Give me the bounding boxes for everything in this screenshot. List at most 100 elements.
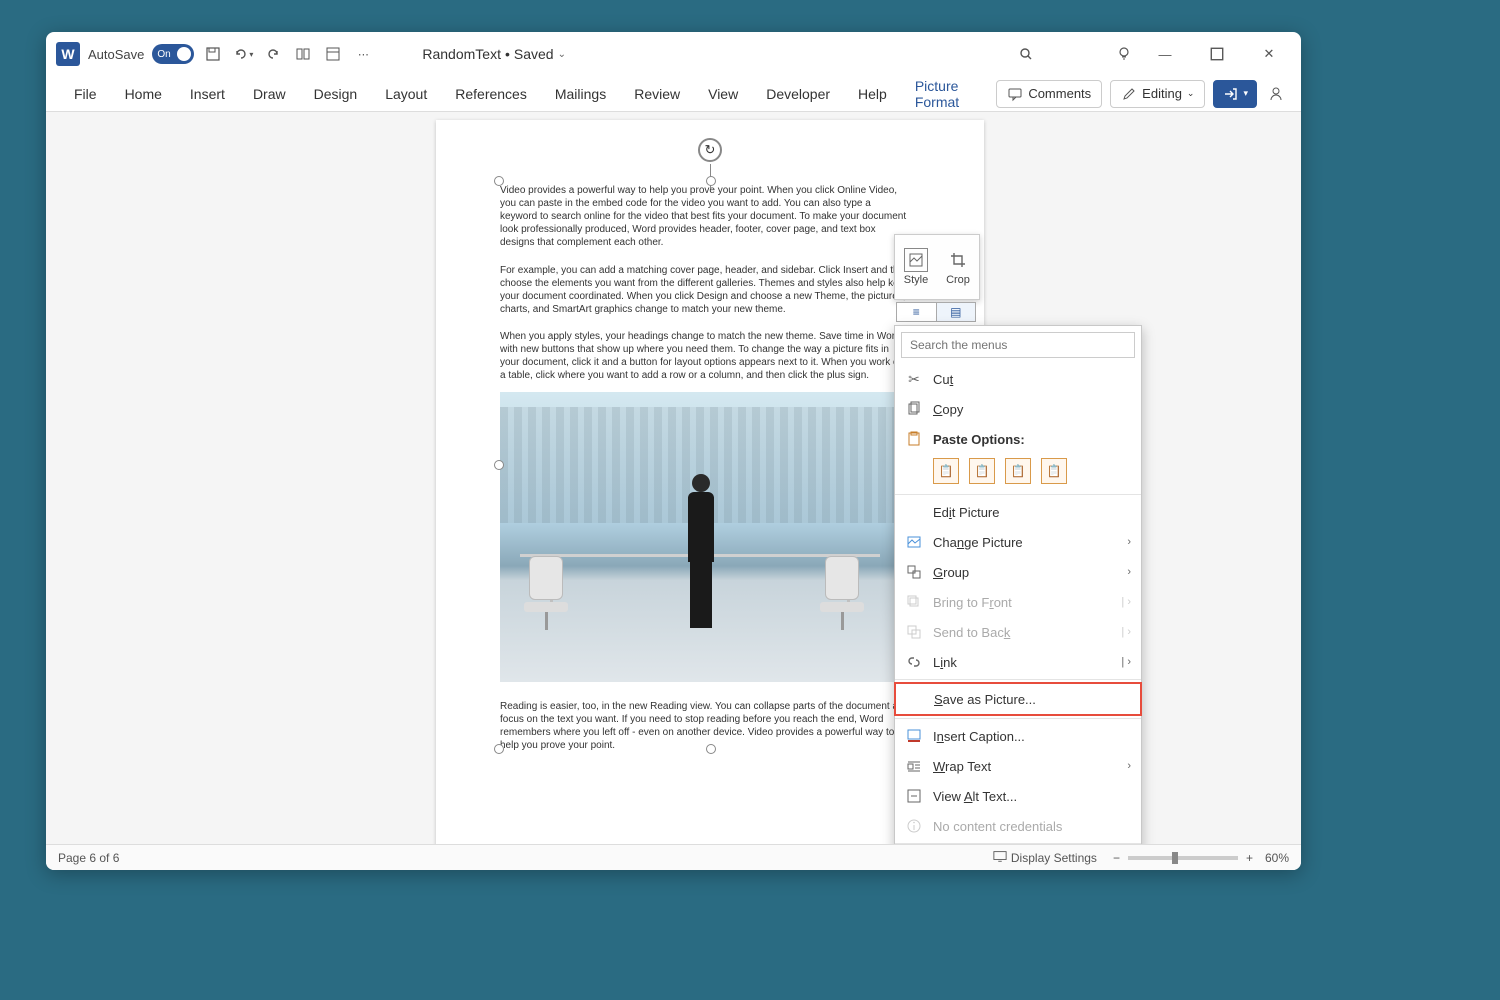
menu-edit-picture[interactable]: Edit Picture: [895, 497, 1141, 527]
titlebar: W AutoSave On ▾ ⋯ RandomText • Saved ⌄ —…: [46, 32, 1301, 76]
account-icon[interactable]: [1265, 83, 1287, 105]
qat-icon-1[interactable]: [292, 43, 314, 65]
display-settings[interactable]: Display Settings: [1011, 851, 1097, 865]
caption-icon: [905, 727, 923, 745]
menu-insert-caption-label: Insert Caption...: [933, 729, 1025, 744]
menu-paste-options: Paste Options:: [895, 424, 1141, 454]
paste-options-row: 📋 📋 📋 📋: [895, 454, 1141, 492]
tab-home[interactable]: Home: [111, 80, 176, 108]
picture-mini-toolbar: Style Crop: [894, 234, 980, 300]
comments-label: Comments: [1028, 86, 1091, 101]
tab-draw[interactable]: Draw: [239, 80, 300, 108]
chevron-right-icon: | ›: [1121, 596, 1131, 608]
share-button[interactable]: ▾: [1213, 80, 1257, 108]
comment-icon: [1007, 86, 1023, 102]
selection-handle-tl[interactable]: [494, 176, 504, 186]
editing-label: Editing: [1142, 86, 1182, 101]
style-button[interactable]: Style: [895, 235, 937, 299]
selection-handle-bl[interactable]: [494, 744, 504, 754]
menu-insert-caption[interactable]: Insert Caption...: [895, 721, 1141, 751]
close-button[interactable]: ✕: [1247, 39, 1291, 69]
qat-overflow-icon[interactable]: ⋯: [352, 43, 374, 65]
menu-change-picture[interactable]: Change Picture ›: [895, 527, 1141, 557]
menu-group[interactable]: Group ›: [895, 557, 1141, 587]
save-icon[interactable]: [202, 43, 224, 65]
menu-group-label: Group: [933, 565, 969, 580]
menu-view-alt-text-label: View Alt Text...: [933, 789, 1017, 804]
tab-view[interactable]: View: [694, 80, 752, 108]
chevron-down-icon: ⌄: [1187, 88, 1195, 99]
layout-opts-icon-2: ▤: [937, 303, 976, 321]
toggle-knob: [177, 47, 191, 61]
tab-references[interactable]: References: [441, 80, 541, 108]
zoom-out-button[interactable]: −: [1113, 851, 1120, 865]
paste-option-2[interactable]: 📋: [969, 458, 995, 484]
qat-icon-2[interactable]: [322, 43, 344, 65]
menu-link-label: Link: [933, 655, 957, 670]
change-picture-icon: [905, 533, 923, 551]
menu-edit-picture-label: Edit Picture: [933, 505, 999, 520]
zoom-in-button[interactable]: +: [1246, 851, 1253, 865]
doc-sep: •: [505, 46, 510, 62]
autosave-label: AutoSave: [88, 47, 144, 62]
tab-mailings[interactable]: Mailings: [541, 80, 620, 108]
crop-label: Crop: [946, 274, 970, 286]
zoom-thumb[interactable]: [1172, 852, 1178, 864]
paragraph-2: For example, you can add a matching cove…: [500, 264, 910, 316]
layout-options-button[interactable]: ≡ ▤: [896, 302, 976, 322]
send-back-icon: [905, 623, 923, 641]
group-icon: [905, 563, 923, 581]
undo-icon[interactable]: ▾: [232, 43, 254, 65]
autosave-toggle[interactable]: On: [152, 44, 194, 64]
chevron-right-icon: ›: [1127, 566, 1131, 578]
selection-handle-ml[interactable]: [494, 460, 504, 470]
tab-layout[interactable]: Layout: [371, 80, 441, 108]
menu-search: [901, 332, 1135, 358]
tab-picture-format[interactable]: Picture Format: [901, 72, 996, 116]
blank-icon: [906, 690, 924, 708]
picture-person: [680, 474, 722, 634]
copy-icon: [905, 400, 923, 418]
doc-dropdown-icon[interactable]: ⌄: [558, 49, 566, 60]
menu-no-content-credentials: No content credentials: [895, 811, 1141, 841]
tab-design[interactable]: Design: [300, 80, 372, 108]
tab-help[interactable]: Help: [844, 80, 901, 108]
search-icon[interactable]: [1015, 43, 1037, 65]
paste-option-4[interactable]: 📋: [1041, 458, 1067, 484]
menu-no-content-credentials-label: No content credentials: [933, 819, 1062, 834]
chevron-right-icon: | ›: [1121, 626, 1131, 638]
redo-icon[interactable]: [262, 43, 284, 65]
menu-link[interactable]: Link | ›: [895, 647, 1141, 677]
tab-review[interactable]: Review: [620, 80, 694, 108]
menu-save-as-picture[interactable]: Save as Picture...: [894, 682, 1142, 716]
selection-handle-bm[interactable]: [706, 744, 716, 754]
paste-options-label: Paste Options:: [933, 432, 1025, 447]
menu-copy[interactable]: Copy: [895, 394, 1141, 424]
chevron-right-icon: ›: [1127, 536, 1131, 548]
zoom-level[interactable]: 60%: [1265, 851, 1289, 865]
menu-wrap-text[interactable]: Wrap Text ›: [895, 751, 1141, 781]
comments-button[interactable]: Comments: [996, 80, 1102, 108]
menu-send-back-label: Send to Back: [933, 625, 1010, 640]
paste-option-1[interactable]: 📋: [933, 458, 959, 484]
lightbulb-icon[interactable]: [1113, 43, 1135, 65]
tab-insert[interactable]: Insert: [176, 80, 239, 108]
paste-option-3[interactable]: 📋: [1005, 458, 1031, 484]
minimize-button[interactable]: —: [1143, 39, 1187, 69]
maximize-button[interactable]: [1195, 39, 1239, 69]
selected-picture[interactable]: [500, 392, 900, 682]
menu-cut[interactable]: ✂ Cut: [895, 364, 1141, 394]
menu-view-alt-text[interactable]: View Alt Text...: [895, 781, 1141, 811]
page-info[interactable]: Page 6 of 6: [58, 851, 119, 865]
zoom-slider[interactable]: [1128, 856, 1238, 860]
crop-button[interactable]: Crop: [937, 235, 979, 299]
tab-developer[interactable]: Developer: [752, 80, 844, 108]
rotate-handle[interactable]: ↻: [698, 138, 722, 162]
editing-button[interactable]: Editing ⌄: [1110, 80, 1205, 108]
tab-file[interactable]: File: [60, 80, 111, 108]
selection-handle-tm[interactable]: [706, 176, 716, 186]
menu-bring-to-front: Bring to Front | ›: [895, 587, 1141, 617]
display-settings-icon: [993, 849, 1007, 866]
document-area: ↻ Video provides a powerful way to help …: [46, 112, 1301, 844]
menu-search-input[interactable]: [901, 332, 1135, 358]
